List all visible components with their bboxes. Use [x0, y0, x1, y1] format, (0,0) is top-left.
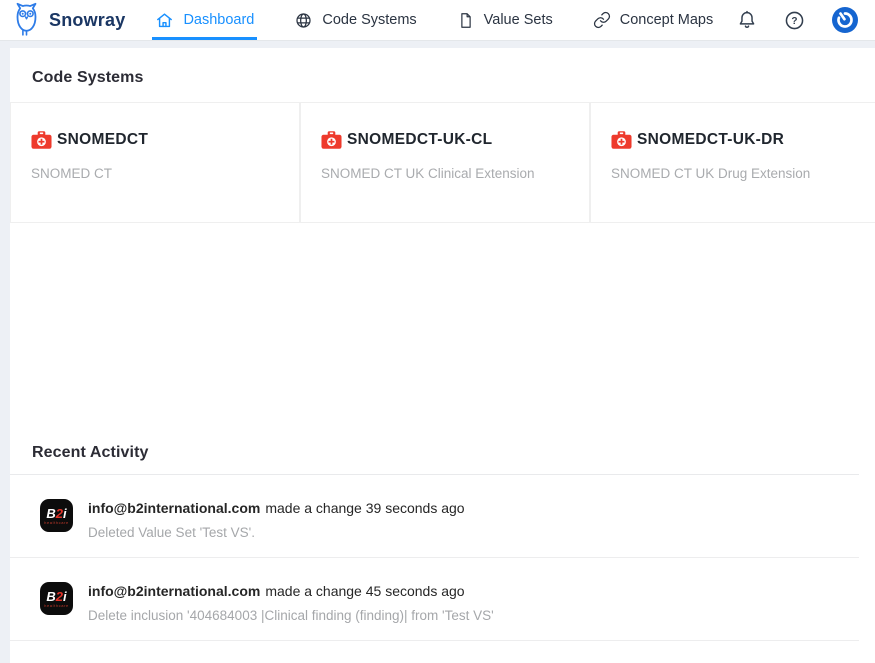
medkit-icon [321, 130, 342, 150]
tab-value-sets[interactable]: Value Sets [457, 0, 553, 40]
activity-detail: Deleted Value Set 'Test VS'. [88, 525, 465, 540]
brand-title: Snowray [49, 10, 125, 31]
globe-icon [294, 11, 313, 30]
code-system-cards-row: SNOMEDCT SNOMED CT SNOMEDCT-UK-CL [10, 102, 875, 223]
bell-icon[interactable] [736, 9, 758, 31]
b2i-letter: B [46, 589, 55, 604]
main-nav: Dashboard Code Systems Value Sets [155, 0, 713, 40]
code-system-description: SNOMED CT [11, 150, 299, 181]
code-system-card-snomedct-uk-cl[interactable]: SNOMEDCT-UK-CL SNOMED CT UK Clinical Ext… [300, 102, 590, 223]
activity-list-item: B2i healthcare info@b2international.com m… [10, 475, 859, 558]
code-system-name: SNOMEDCT-UK-CL [347, 131, 492, 149]
main-content-panel: Code Systems SNOMEDCT SNOMED CT [10, 48, 875, 663]
code-systems-section-title: Code Systems [10, 48, 875, 102]
tab-code-systems[interactable]: Code Systems [294, 0, 416, 40]
activity-detail: Delete inclusion '404684003 |Clinical fi… [88, 608, 494, 623]
activity-user: info@b2international.com [88, 583, 260, 599]
activity-headline: info@b2international.com made a change 39… [88, 500, 465, 516]
b2i-sub-label: healthcare [44, 604, 69, 608]
owl-icon [12, 2, 41, 38]
tab-dashboard-label: Dashboard [183, 12, 254, 28]
code-system-card-snomedct-uk-dr[interactable]: SNOMEDCT-UK-DR SNOMED CT UK Drug Extensi… [590, 102, 875, 223]
header-actions: ? [736, 6, 859, 34]
medkit-icon [31, 130, 52, 150]
b2i-logo-avatar: B2i healthcare [40, 582, 73, 615]
top-navbar: Snowray Dashboard Code Systems [0, 0, 875, 41]
b2i-letter: i [63, 589, 67, 604]
brand-logo[interactable]: Snowray [12, 2, 125, 38]
code-system-name: SNOMEDCT-UK-DR [637, 131, 784, 149]
svg-text:?: ? [791, 16, 797, 27]
b2i-letter: B [46, 506, 55, 521]
activity-meta: made a change 45 seconds ago [265, 583, 464, 599]
code-system-name: SNOMEDCT [57, 131, 148, 149]
home-icon [155, 11, 174, 30]
code-system-description: SNOMED CT UK Clinical Extension [301, 150, 589, 181]
activity-list-item: B2i healthcare info@b2international.com m… [10, 558, 859, 641]
recent-activity-section-title: Recent Activity [10, 423, 875, 474]
link-icon [593, 11, 611, 29]
b2i-letter: 2 [56, 506, 63, 521]
b2i-logo-avatar: B2i healthcare [40, 499, 73, 532]
tab-code-systems-label: Code Systems [322, 12, 416, 28]
tab-value-sets-label: Value Sets [484, 12, 553, 28]
b2i-letter: i [63, 506, 67, 521]
file-icon [457, 11, 475, 30]
help-icon[interactable]: ? [783, 9, 806, 32]
activity-headline: info@b2international.com made a change 45… [88, 583, 494, 599]
medkit-icon [611, 130, 632, 150]
tab-dashboard[interactable]: Dashboard [155, 0, 254, 40]
code-system-card-snomedct[interactable]: SNOMEDCT SNOMED CT [10, 102, 300, 223]
activity-meta: made a change 39 seconds ago [265, 500, 464, 516]
tab-concept-maps[interactable]: Concept Maps [593, 0, 714, 40]
b2i-sub-label: healthcare [44, 521, 69, 525]
activity-user: info@b2international.com [88, 500, 260, 516]
b2i-letter: 2 [56, 589, 63, 604]
user-avatar-power-icon[interactable] [831, 6, 859, 34]
tab-concept-maps-label: Concept Maps [620, 12, 714, 28]
empty-space [10, 223, 875, 423]
code-system-description: SNOMED CT UK Drug Extension [591, 150, 875, 181]
activity-list: B2i healthcare info@b2international.comm… [10, 475, 875, 641]
